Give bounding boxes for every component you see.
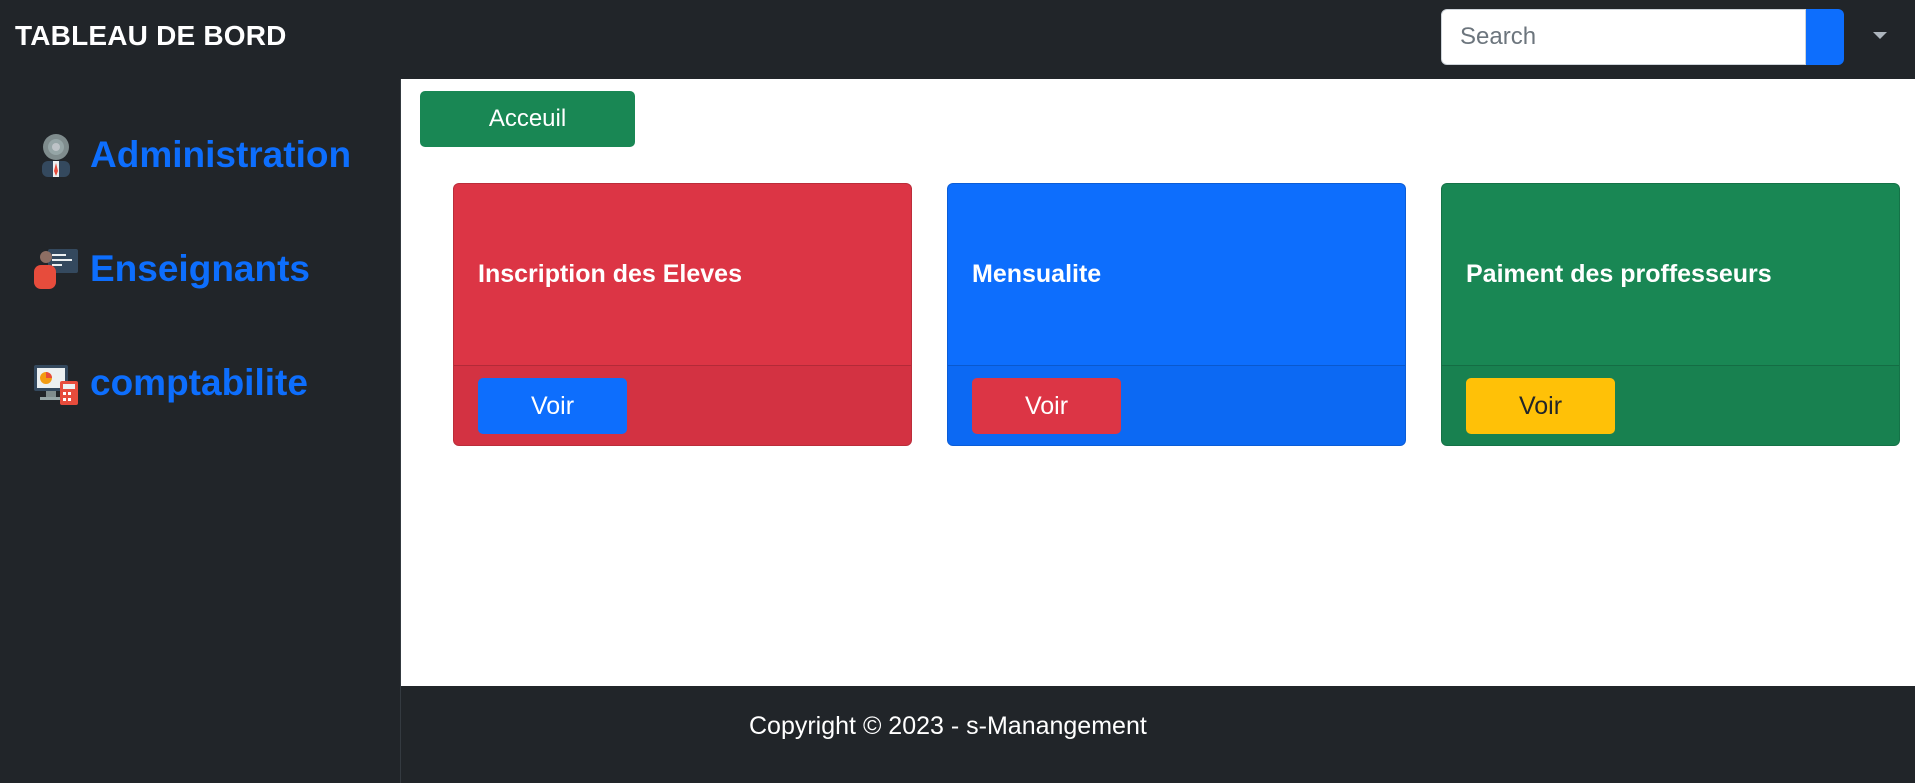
dropdown-caret-icon[interactable] (1873, 32, 1887, 39)
sidebar-item-label: Administration (90, 134, 352, 175)
card-mensualite: Mensualite Voir (947, 183, 1406, 446)
search-input[interactable] (1441, 9, 1806, 65)
card-title: Mensualite (972, 260, 1102, 288)
brand-title[interactable]: TABLEAU DE BORD (15, 20, 287, 52)
sidebar-item-administration[interactable]: Administration (32, 131, 351, 179)
card-title: Paiment des proffesseurs (1466, 260, 1772, 288)
voir-button[interactable]: Voir (972, 378, 1121, 434)
acceuil-button[interactable]: Acceuil (420, 91, 635, 147)
copyright-text: Copyright © 2023 - s-Manangement (749, 712, 1147, 740)
voir-button[interactable]: Voir (478, 378, 627, 434)
card-paiment: Paiment des proffesseurs Voir (1441, 183, 1900, 446)
card-body: Mensualite (948, 184, 1405, 365)
top-navbar: TABLEAU DE BORD (0, 0, 1915, 79)
card-body: Paiment des proffesseurs (1442, 184, 1899, 365)
search-group (1441, 9, 1844, 65)
sidebar-item-label: comptabilite (90, 362, 308, 403)
sidebar-item-enseignants[interactable]: Enseignants (32, 245, 310, 293)
card-body: Inscription des Eleves (454, 184, 911, 365)
admin-gear-person-icon (32, 131, 80, 179)
card-title: Inscription des Eleves (478, 260, 742, 288)
voir-button[interactable]: Voir (1466, 378, 1615, 434)
sidebar-item-label: Enseignants (90, 248, 310, 289)
card-footer: Voir (948, 365, 1405, 445)
card-footer: Voir (1442, 365, 1899, 445)
card-inscription: Inscription des Eleves Voir (453, 183, 912, 446)
sidebar: Administration Enseignants comptabilite (0, 79, 401, 783)
accounting-monitor-calculator-icon (32, 359, 80, 407)
card-footer: Voir (454, 365, 911, 445)
search-button[interactable] (1806, 9, 1844, 65)
sidebar-item-comptabilite[interactable]: comptabilite (32, 359, 308, 407)
footer: Copyright © 2023 - s-Manangement (401, 686, 1915, 783)
teacher-board-icon (32, 245, 80, 293)
